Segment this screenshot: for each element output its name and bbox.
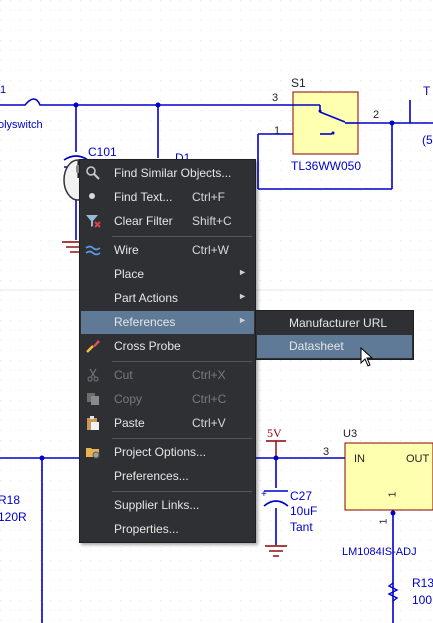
submenu-arrow-icon: ► xyxy=(238,291,247,301)
menu-item-find-text[interactable]: Find Text... Ctrl+F xyxy=(81,186,254,209)
menu-shortcut: Ctrl+F xyxy=(192,190,225,204)
menu-label: Supplier Links... xyxy=(114,498,200,512)
menu-item-references[interactable]: References ► xyxy=(81,311,254,334)
menu-shortcut: Shift+C xyxy=(192,214,232,228)
menu-item-clear-filter[interactable]: Clear Filter Shift+C xyxy=(81,210,254,233)
menu-item-project-options[interactable]: Project Options... xyxy=(81,441,254,464)
menu-item-paste[interactable]: Paste Ctrl+V xyxy=(81,412,254,435)
submenu-arrow-icon: ► xyxy=(238,267,247,277)
menu-label: Find Similar Objects... xyxy=(114,166,232,180)
menu-item-preferences[interactable]: Preferences... xyxy=(81,465,254,488)
menu-label: Preferences... xyxy=(114,469,189,483)
svg-text:+: + xyxy=(261,489,267,500)
menu-item-part-actions[interactable]: Part Actions ► xyxy=(81,287,254,310)
submenu-label: Manufacturer URL xyxy=(289,316,388,330)
wire-icon xyxy=(85,245,101,256)
submenu-item-manufacturer-url[interactable]: Manufacturer URL xyxy=(257,312,412,335)
menu-label: Cross Probe xyxy=(114,339,181,353)
menu-item-cross-probe[interactable]: Cross Probe xyxy=(81,335,254,358)
menu-label: Wire xyxy=(114,243,139,257)
u3-component[interactable] xyxy=(344,442,433,511)
menu-label: Place xyxy=(114,267,145,281)
menu-item-copy[interactable]: Copy Ctrl+C xyxy=(81,388,254,411)
menu-label: Properties... xyxy=(114,522,179,536)
menu-label: Find Text... xyxy=(114,190,173,204)
references-submenu: Manufacturer URL Datasheet xyxy=(255,310,414,360)
submenu-arrow-icon: ► xyxy=(238,315,247,325)
find-similar-icon xyxy=(86,166,100,180)
menu-shortcut: Ctrl+C xyxy=(192,392,227,406)
submenu-label: Datasheet xyxy=(289,339,344,353)
menu-label: Paste xyxy=(114,416,145,430)
menu-label: Part Actions xyxy=(114,291,179,305)
clear-filter-icon xyxy=(86,215,101,228)
menu-item-wire[interactable]: Wire Ctrl+W xyxy=(81,239,254,262)
menu-item-cut[interactable]: Cut Ctrl+X xyxy=(81,364,254,387)
menu-label: Cut xyxy=(114,368,133,382)
menu-label: Copy xyxy=(114,392,143,406)
menu-item-place[interactable]: Place ► xyxy=(81,263,254,286)
menu-separator xyxy=(112,438,252,439)
menu-shortcut: Ctrl+X xyxy=(192,368,226,382)
cross-probe-icon xyxy=(86,340,100,353)
find-text-icon xyxy=(89,193,95,199)
menu-separator xyxy=(112,361,252,362)
context-menu: Find Similar Objects... Find Text... Ctr… xyxy=(79,159,256,543)
menu-label: Project Options... xyxy=(114,445,207,459)
menu-separator xyxy=(112,491,252,492)
mouse-cursor-icon xyxy=(360,347,374,367)
menu-label: References xyxy=(114,315,176,329)
paste-icon xyxy=(87,416,99,430)
menu-shortcut: Ctrl+W xyxy=(192,243,229,257)
menu-item-properties[interactable]: Properties... xyxy=(81,518,254,541)
menu-item-find-similar-objects[interactable]: Find Similar Objects... xyxy=(81,162,254,185)
submenu-item-datasheet[interactable]: Datasheet xyxy=(257,335,412,358)
menu-shortcut: Ctrl+V xyxy=(192,416,226,430)
menu-separator xyxy=(112,236,252,237)
copy-icon xyxy=(87,393,99,405)
project-options-icon xyxy=(86,448,100,459)
scissors-icon xyxy=(87,368,99,382)
menu-label: Clear Filter xyxy=(114,214,173,228)
menu-item-supplier-links[interactable]: Supplier Links... xyxy=(81,494,254,517)
